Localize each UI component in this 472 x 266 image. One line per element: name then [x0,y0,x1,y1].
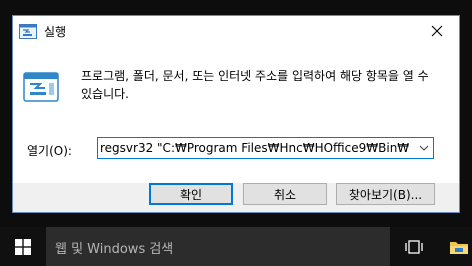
file-explorer-button[interactable] [446,227,472,266]
run-dialog: 실행 프로그램, 폴더, 문서, 또는 인터넷 주소를 입력하여 해당 항목을 … [12,15,460,213]
close-button[interactable] [415,16,459,46]
ok-button[interactable]: 확인 [149,183,233,205]
browse-button[interactable]: 찾아보기(B)... [336,183,435,205]
open-input[interactable] [100,139,410,157]
run-program-icon [23,72,59,102]
search-placeholder: 웹 및 Windows 검색 [55,242,174,257]
dialog-description: 프로그램, 폴더, 문서, 또는 인터넷 주소를 입력하여 해당 항목을 열 수… [81,69,429,101]
close-icon [431,25,443,37]
run-icon [19,24,37,39]
taskbar: 웹 및 Windows 검색 [0,227,472,266]
start-button[interactable] [0,227,46,266]
button-row: 확인 취소 찾아보기(B)... [13,183,459,212]
open-label: 열기(O): [27,144,72,158]
dialog-body: 프로그램, 폴더, 문서, 또는 인터넷 주소를 입력하여 해당 항목을 열 수… [13,46,459,183]
chevron-down-icon [419,145,429,151]
open-combobox[interactable] [97,137,434,159]
title-bar[interactable]: 실행 [13,16,459,46]
open-dropdown-button[interactable] [415,138,433,158]
taskbar-search-box[interactable]: 웹 및 Windows 검색 [46,227,390,266]
task-view-button[interactable] [394,227,434,266]
task-view-icon [405,239,423,254]
dialog-title: 실행 [44,25,67,39]
windows-logo-icon [15,238,31,255]
cancel-button[interactable]: 취소 [243,183,327,205]
folder-icon [450,241,468,254]
